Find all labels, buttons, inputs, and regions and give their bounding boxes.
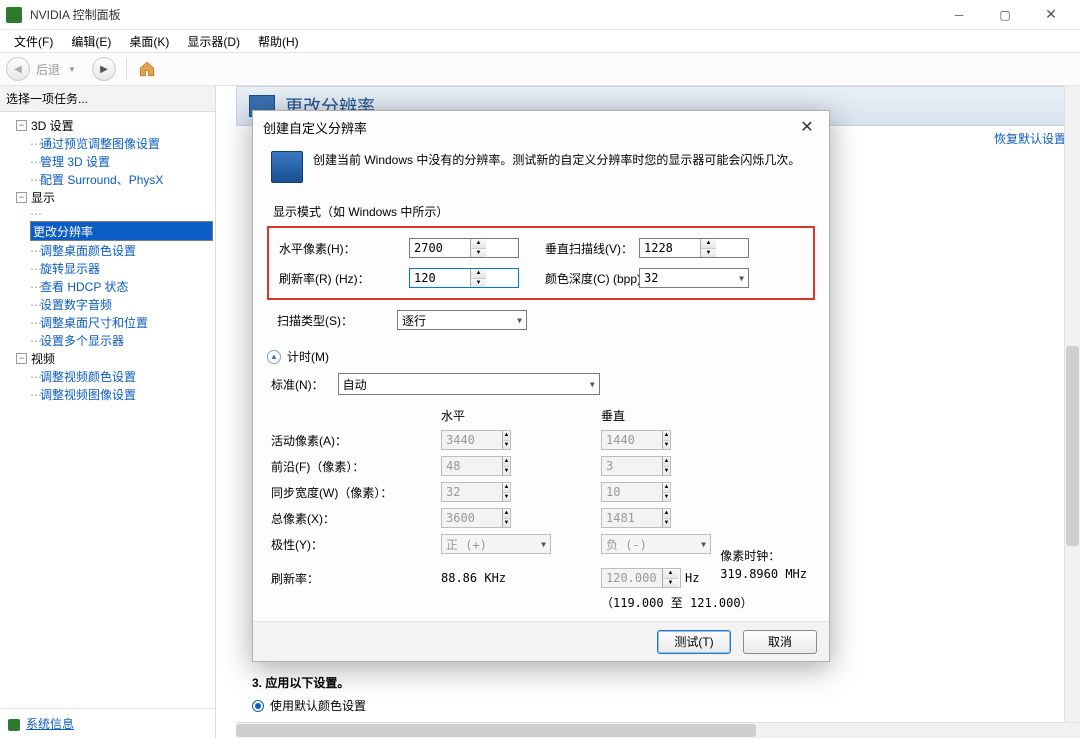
total-pixels-h[interactable]: ▲▼ [441, 508, 511, 528]
refresh-h-value: 88.86 KHz [441, 571, 601, 585]
active-pixels-v[interactable]: ▲▼ [601, 430, 671, 450]
v-lines-label: 垂直扫描线(V)： [519, 240, 639, 257]
polarity-h[interactable]: 正 (+)▼ [441, 534, 551, 554]
refresh-range: （119.000 至 121.000） [601, 594, 761, 611]
standard-select[interactable]: 自动▼ [338, 373, 600, 395]
color-depth-label: 颜色深度(C) (bpp)： [519, 270, 639, 287]
dialog-intro: 创建当前 Windows 中没有的分辨率。测试新的自定义分辨率时您的显示器可能会… [267, 147, 815, 197]
dialog-titlebar[interactable]: 创建自定义分辨率 ✕ [253, 111, 829, 143]
spinner-buttons[interactable]: ▲▼ [470, 269, 486, 287]
modal-mask: 创建自定义分辨率 ✕ 创建当前 Windows 中没有的分辨率。测试新的自定义分… [0, 0, 1080, 738]
dialog-title: 创建自定义分辨率 [263, 118, 367, 137]
front-porch-v[interactable]: ▲▼ [601, 456, 671, 476]
sync-width-v[interactable]: ▲▼ [601, 482, 671, 502]
timing-header: 计时(M) [287, 348, 329, 365]
chevron-down-icon: ▼ [517, 316, 522, 325]
total-pixels-v[interactable]: ▲▼ [601, 508, 671, 528]
timing-toggle[interactable]: ▲ 计时(M) [267, 348, 815, 365]
dialog-intro-text: 创建当前 Windows 中没有的分辨率。测试新的自定义分辨率时您的显示器可能会… [313, 151, 800, 183]
test-button[interactable]: 测试(T) [657, 630, 731, 654]
active-pixels-h[interactable]: ▲▼ [441, 430, 511, 450]
polarity-v[interactable]: 负 (-)▼ [601, 534, 711, 554]
refresh-v-input[interactable]: ▲▼ [601, 568, 681, 588]
col-horizontal: 水平 [441, 407, 601, 424]
row-refresh-rate-label: 刷新率： [271, 570, 441, 587]
spinner-buttons[interactable]: ▲▼ [470, 239, 486, 257]
front-porch-h[interactable]: ▲▼ [441, 456, 511, 476]
dialog-footer: 测试(T) 取消 [253, 621, 829, 661]
chevron-down-icon: ▼ [739, 274, 744, 283]
custom-resolution-dialog: 创建自定义分辨率 ✕ 创建当前 Windows 中没有的分辨率。测试新的自定义分… [252, 110, 830, 662]
sync-width-h[interactable]: ▲▼ [441, 482, 511, 502]
h-pixels-label: 水平像素(H)： [279, 240, 409, 257]
refresh-input[interactable]: ▲▼ [409, 268, 519, 288]
row-polarity-label: 极性(Y)： [271, 536, 441, 553]
color-depth-select[interactable]: 32▼ [639, 268, 749, 288]
cancel-button[interactable]: 取消 [743, 630, 817, 654]
standard-label: 标准(N)： [271, 376, 324, 393]
pixel-clock: 像素时钟： 319.8960 MHz [720, 547, 807, 583]
monitor-icon [271, 151, 303, 183]
scan-type-label: 扫描类型(S)： [267, 312, 397, 329]
spinner-buttons[interactable]: ▲▼ [700, 239, 716, 257]
row-active-pixels-label: 活动像素(A)： [271, 432, 441, 449]
highlighted-parameter-box: 水平像素(H)： ▲▼ 垂直扫描线(V)： ▲▼ 刷新率(R) (Hz)： ▲▼… [267, 226, 815, 300]
scan-type-select[interactable]: 逐行▼ [397, 310, 527, 330]
col-vertical: 垂直 [601, 407, 761, 424]
v-lines-input[interactable]: ▲▼ [639, 238, 749, 258]
display-mode-label: 显示模式（如 Windows 中所示） [273, 203, 815, 220]
row-total-pixels-label: 总像素(X)： [271, 510, 441, 527]
refresh-label: 刷新率(R) (Hz)： [279, 270, 409, 287]
row-front-porch-label: 前沿(F)（像素）： [271, 458, 441, 475]
collapse-up-icon: ▲ [267, 350, 281, 364]
dialog-close-button[interactable]: ✕ [795, 117, 819, 137]
h-pixels-input[interactable]: ▲▼ [409, 238, 519, 258]
timing-columns: 水平 垂直 [271, 407, 815, 424]
chevron-down-icon: ▼ [590, 380, 595, 389]
row-sync-width-label: 同步宽度(W)（像素）： [271, 484, 441, 501]
